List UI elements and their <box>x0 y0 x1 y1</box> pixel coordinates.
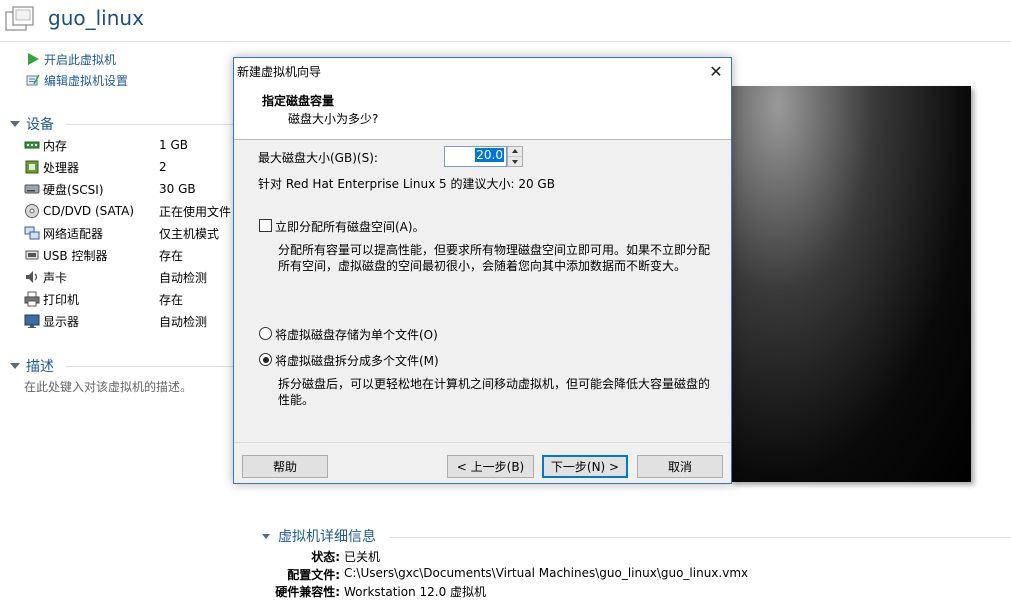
split-description-line: 拆分磁盘后，可以更轻松地在计算机之间移动虚拟机，但可能会降低大容量磁盘的 <box>278 377 711 391</box>
power-on-label: 开启此虚拟机 <box>44 52 117 67</box>
details-section-toggle[interactable]: 虚拟机详细信息 <box>262 526 376 546</box>
next-button[interactable]: 下一步(N) > <box>542 455 628 478</box>
detail-label: 配置文件: <box>287 568 340 582</box>
device-name: 网络适配器 <box>43 226 104 241</box>
display-icon <box>24 313 40 329</box>
arrow-up-icon <box>512 149 518 154</box>
edit-settings-label: 编辑虚拟机设置 <box>44 73 129 88</box>
single-file-radio[interactable] <box>259 327 272 340</box>
max-disk-size-value: 20.0 <box>475 148 504 162</box>
description-heading: 描述 <box>26 359 54 375</box>
detail-value: Workstation 12.0 虚拟机 <box>344 585 487 599</box>
device-row-network[interactable]: 网络适配器 仅主机模式 <box>24 223 262 243</box>
max-disk-size-label: 最大磁盘大小(GB)(S): <box>258 151 378 165</box>
dialog-subheading: 磁盘大小为多少? <box>288 112 379 126</box>
processor-icon <box>24 159 40 175</box>
device-row-cd-dvd[interactable]: CD/DVD (SATA) 正在使用文件 E:.. <box>24 201 262 221</box>
device-name: 显示器 <box>43 314 80 329</box>
collapse-arrow-icon <box>10 363 20 369</box>
device-name: 处理器 <box>43 160 80 175</box>
virtual-machine-icon <box>4 4 38 36</box>
arrow-down-icon <box>512 159 518 164</box>
single-file-label[interactable]: 将虚拟磁盘存储为单个文件(O) <box>275 326 438 343</box>
dialog-header: 指定磁盘容量 磁盘大小为多少? <box>234 84 731 140</box>
vm-title-bar: guo_linux <box>0 0 1011 42</box>
spinner-buttons <box>507 146 523 167</box>
devices-section-toggle[interactable]: 设备 <box>10 114 54 134</box>
edit-vm-settings-link[interactable]: 编辑虚拟机设置 <box>26 71 128 89</box>
device-name: 声卡 <box>43 270 68 285</box>
device-row-usb[interactable]: USB 控制器 存在 <box>24 245 262 265</box>
max-disk-size-spinner[interactable]: 20.0 <box>444 146 523 167</box>
vm-title: guo_linux <box>48 6 144 30</box>
usb-icon <box>24 247 40 263</box>
details-heading: 虚拟机详细信息 <box>278 529 376 545</box>
allocate-now-label[interactable]: 立即分配所有磁盘空间(A)。 <box>275 218 425 235</box>
allocate-now-checkbox[interactable] <box>259 219 272 232</box>
description-section-toggle[interactable]: 描述 <box>10 356 54 376</box>
devices-heading: 设备 <box>26 117 54 133</box>
cd-dvd-icon <box>24 203 40 219</box>
device-name: 内存 <box>43 138 68 153</box>
new-vm-wizard-dialog: 新建虚拟机向导 ✕ 指定磁盘容量 磁盘大小为多少? 最大磁盘大小(GB)(S):… <box>233 57 732 484</box>
allocate-description-line: 分配所有容量可以提高性能，但要求所有物理磁盘空间立即可用。如果不立即分配 <box>278 243 711 257</box>
device-row-sound-card[interactable]: 声卡 自动检测 <box>24 267 262 287</box>
collapse-arrow-icon <box>262 533 270 539</box>
vm-screen-thumbnail[interactable] <box>730 86 971 482</box>
multiple-files-radio[interactable] <box>259 353 272 366</box>
collapse-arrow-icon <box>10 121 20 127</box>
sound-card-icon <box>24 269 40 285</box>
max-disk-size-input[interactable]: 20.0 <box>444 146 507 167</box>
device-row-printer[interactable]: 打印机 存在 <box>24 289 262 309</box>
vm-details-section: 虚拟机详细信息 状态: 已关机 配置文件: C:\Users\gxc\Docum… <box>262 526 1011 615</box>
cancel-button[interactable]: 取消 <box>637 455 723 478</box>
hard-disk-icon <box>24 181 40 197</box>
split-description-line: 性能。 <box>278 393 315 407</box>
footer-divider <box>234 442 731 443</box>
device-row-display[interactable]: 显示器 自动检测 <box>24 311 262 331</box>
edit-settings-icon <box>26 74 40 86</box>
network-adapter-icon <box>24 225 40 241</box>
device-name: 打印机 <box>43 292 80 307</box>
back-button[interactable]: < 上一步(B) <box>447 455 534 478</box>
printer-icon <box>24 291 40 307</box>
help-button[interactable]: 帮助 <box>242 455 328 478</box>
power-on-vm-link[interactable]: 开启此虚拟机 <box>26 50 116 68</box>
device-row-hard-disk[interactable]: 硬盘(SCSI) 30 GB <box>24 179 262 199</box>
memory-icon <box>24 137 40 153</box>
play-icon <box>28 53 39 65</box>
device-name: CD/DVD (SATA) <box>43 204 135 218</box>
device-name: USB 控制器 <box>43 248 108 263</box>
allocate-description-line: 所有空间，虚拟磁盘的空间最初很小，会随着您向其中添加数据而不断变大。 <box>278 259 687 273</box>
dialog-title: 新建虚拟机向导 <box>237 65 322 79</box>
device-name: 硬盘(SCSI) <box>43 182 104 197</box>
description-placeholder[interactable]: 在此处键入对该虚拟机的描述。 <box>24 378 192 395</box>
dialog-title-bar[interactable]: 新建虚拟机向导 ✕ <box>234 58 731 84</box>
recommended-size-text: 针对 Red Hat Enterprise Linux 5 的建议大小: 20 … <box>258 177 555 191</box>
section-divider <box>390 537 1011 538</box>
detail-label: 状态: <box>311 550 340 564</box>
device-row-processor[interactable]: 处理器 2 <box>24 157 262 177</box>
close-icon[interactable]: ✕ <box>701 58 731 84</box>
detail-value: C:\Users\gxc\Documents\Virtual Machines\… <box>344 566 749 580</box>
dialog-heading: 指定磁盘容量 <box>262 94 335 108</box>
detail-label: 硬件兼容性: <box>275 585 340 599</box>
multiple-files-label[interactable]: 将虚拟磁盘拆分成多个文件(M) <box>275 352 439 369</box>
vm-summary-panel: 开启此虚拟机 编辑虚拟机设置 设备 内存 1 GB 处理器 2 硬盘(SCSI) <box>0 42 262 615</box>
device-row-memory[interactable]: 内存 1 GB <box>24 135 262 155</box>
spin-down-button[interactable] <box>508 157 522 167</box>
detail-value: 已关机 <box>344 550 381 564</box>
spin-up-button[interactable] <box>508 147 522 157</box>
